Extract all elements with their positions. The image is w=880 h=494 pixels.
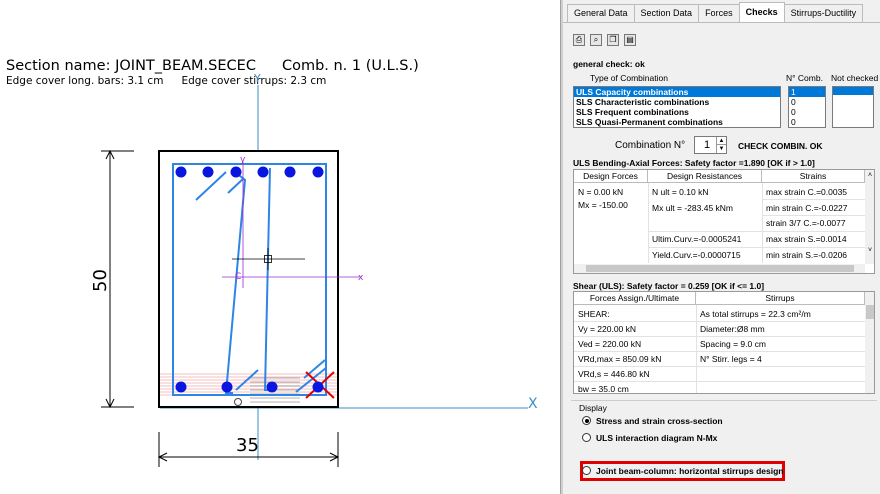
radio-joint-beam-column-label[interactable]: Joint beam-column: horizontal stirrups d… (596, 466, 784, 476)
strain-min-c: min strain C.=-0.0227 (766, 203, 848, 213)
height-label: 50 (90, 269, 111, 292)
bar-top-2 (202, 166, 214, 178)
check-combination-status: CHECK COMBIN. OK (738, 141, 823, 151)
combination-number-label: Combination N° (615, 140, 686, 151)
col-not-checked: Not checked (831, 73, 879, 83)
stirrups-area: As total stirrups = 22.3 cm²/m (700, 309, 811, 319)
bar-bot-4 (312, 381, 324, 393)
tab-forces[interactable]: Forces (698, 4, 740, 22)
stirrups-diameter: Diameter:Ø8 mm (700, 324, 765, 334)
global-y-label: Y (253, 72, 261, 85)
bending-res-yield-curv: Yield.Curv.=-0.0000715 (652, 250, 741, 260)
bar-top-4 (257, 166, 269, 178)
section-drawing: Section name: JOINT_BEAM.SECEC Comb. n. 1… (0, 0, 560, 494)
bending-res-n: N ult = 0.10 kN (652, 187, 709, 197)
radio-interaction-diagram[interactable] (582, 433, 591, 442)
local-x-label: x (358, 273, 364, 283)
strain-3-7-c: strain 3/7 C.=-0.0077 (766, 218, 846, 228)
bending-title: ULS Bending-Axial Forces: Safety factor … (573, 158, 815, 168)
list-item[interactable] (833, 87, 873, 95)
combination-count-list[interactable]: 1 0 0 0 (788, 86, 826, 128)
list-item[interactable]: 0 (789, 117, 825, 127)
combination-number-stepper[interactable]: 1 ▲ ▼ (694, 136, 727, 154)
bending-hscroll-thumb[interactable] (586, 265, 854, 272)
display-title: Display (579, 403, 607, 413)
bar-top-5 (284, 166, 296, 178)
combination-type-list[interactable]: ULS Capacity combinations SLS Characteri… (573, 86, 781, 128)
shear-header-stirrups: Stirrups (696, 292, 865, 305)
print-icon[interactable]: ⎙ (573, 34, 585, 46)
radio-stress-strain[interactable] (582, 416, 591, 425)
bending-header-forces: Design Forces (574, 170, 648, 183)
tab-underline (563, 22, 880, 23)
shear-vscroll-thumb[interactable] (866, 305, 874, 319)
stirrups-spacing: Spacing = 9.0 cm (700, 339, 766, 349)
bending-force-mx: Mx = -150.00 (578, 200, 628, 210)
list-item[interactable]: SLS Characteristic combinations (574, 97, 780, 107)
list-item[interactable]: SLS Quasi-Permanent combinations (574, 117, 780, 127)
checks-panel: General Data Section Data Forces Checks … (563, 0, 880, 494)
chevron-down-icon[interactable]: ▼ (716, 145, 726, 153)
chevron-up-icon[interactable]: ▲ (716, 137, 726, 145)
preview-icon[interactable]: ⌕ (590, 34, 602, 46)
bending-hscroll[interactable] (574, 264, 865, 273)
copy-icon[interactable]: ❐ (607, 34, 619, 46)
centroid-label: C (235, 272, 241, 282)
general-check-status: general check: ok (573, 59, 645, 69)
tab-section-data[interactable]: Section Data (633, 4, 700, 22)
list-item[interactable]: ULS Capacity combinations (574, 87, 780, 97)
cross-section-svg: Y X y x C 50 35 (90, 72, 538, 467)
radio-stress-strain-label[interactable]: Stress and strain cross-section (596, 416, 723, 426)
strain-max-c: max strain C.=0.0035 (766, 187, 848, 197)
bending-vscroll[interactable]: ˄ ˅ (865, 170, 874, 264)
concrete-section (158, 150, 339, 408)
radio-joint-beam-column[interactable] (582, 466, 591, 475)
bending-res-mx: Mx ult = -283.45 kNm (652, 203, 734, 213)
bar-top-6 (312, 166, 324, 178)
bending-header-strains: Strains (762, 170, 865, 183)
bar-top-3 (230, 166, 242, 178)
shear-force-ved: Ved = 220.00 kN (578, 339, 642, 349)
tab-checks[interactable]: Checks (738, 2, 785, 22)
report-icon[interactable]: ▤ (624, 34, 636, 46)
global-x-label: X (528, 396, 538, 412)
col-type-of-combination: Type of Combination (590, 73, 668, 83)
list-item[interactable]: 0 (789, 97, 825, 107)
bending-results-grid[interactable]: Design Forces Design Resistances Strains… (573, 169, 875, 274)
combination-number-value: 1 (704, 139, 711, 151)
bar-bot-3 (266, 381, 278, 393)
shear-header-forces: Forces Assign./Ultimate (574, 292, 696, 305)
strain-min-s: min strain S.=-0.0206 (766, 250, 848, 260)
radio-interaction-diagram-label[interactable]: ULS interaction diagram N-Mx (596, 433, 717, 443)
col-n-comb: N° Comb. (786, 73, 823, 83)
shear-force-label: SHEAR: (578, 309, 610, 319)
shear-force-bw: bw = 35.0 cm (578, 384, 629, 394)
list-item[interactable]: SLS Frequent combinations (574, 107, 780, 117)
stirrups-legs: N° Stirr. legs = 4 (700, 354, 762, 364)
bending-header-resistances: Design Resistances (648, 170, 762, 183)
local-y-label: y (240, 155, 246, 165)
shear-force-vrdmax: VRd,max = 850.09 kN (578, 354, 662, 364)
shear-results-grid[interactable]: Forces Assign./Ultimate Stirrups SHEAR: … (573, 291, 875, 394)
shear-vscroll[interactable] (865, 292, 874, 393)
bending-force-n: N = 0.00 kN (578, 187, 624, 197)
bending-res-ult-curv: Ultim.Curv.=-0.0005241 (652, 234, 742, 244)
tab-stirrups-ductility[interactable]: Stirrups-Ductility (783, 4, 864, 22)
chevron-up-icon[interactable]: ˄ (865, 172, 874, 179)
width-label: 35 (236, 435, 259, 456)
shear-force-vy: Vy = 220.00 kN (578, 324, 637, 334)
toolbar: ⎙ ⌕ ❐ ▤ (573, 34, 636, 46)
bar-top-1 (175, 166, 187, 178)
not-checked-list[interactable] (832, 86, 874, 128)
bar-bot-2 (221, 381, 233, 393)
bar-bot-1 (175, 381, 187, 393)
shear-title: Shear (ULS): Safety factor = 0.259 [OK i… (573, 281, 765, 291)
list-item[interactable]: 0 (789, 107, 825, 117)
list-item[interactable]: 1 (789, 87, 825, 97)
tab-general-data[interactable]: General Data (567, 4, 635, 22)
tab-bar: General Data Section Data Forces Checks … (567, 2, 864, 23)
chevron-down-icon[interactable]: ˅ (865, 247, 874, 254)
strain-max-s: max strain S.=0.0014 (766, 234, 847, 244)
shear-force-vrds: VRd,s = 446.80 kN (578, 369, 650, 379)
